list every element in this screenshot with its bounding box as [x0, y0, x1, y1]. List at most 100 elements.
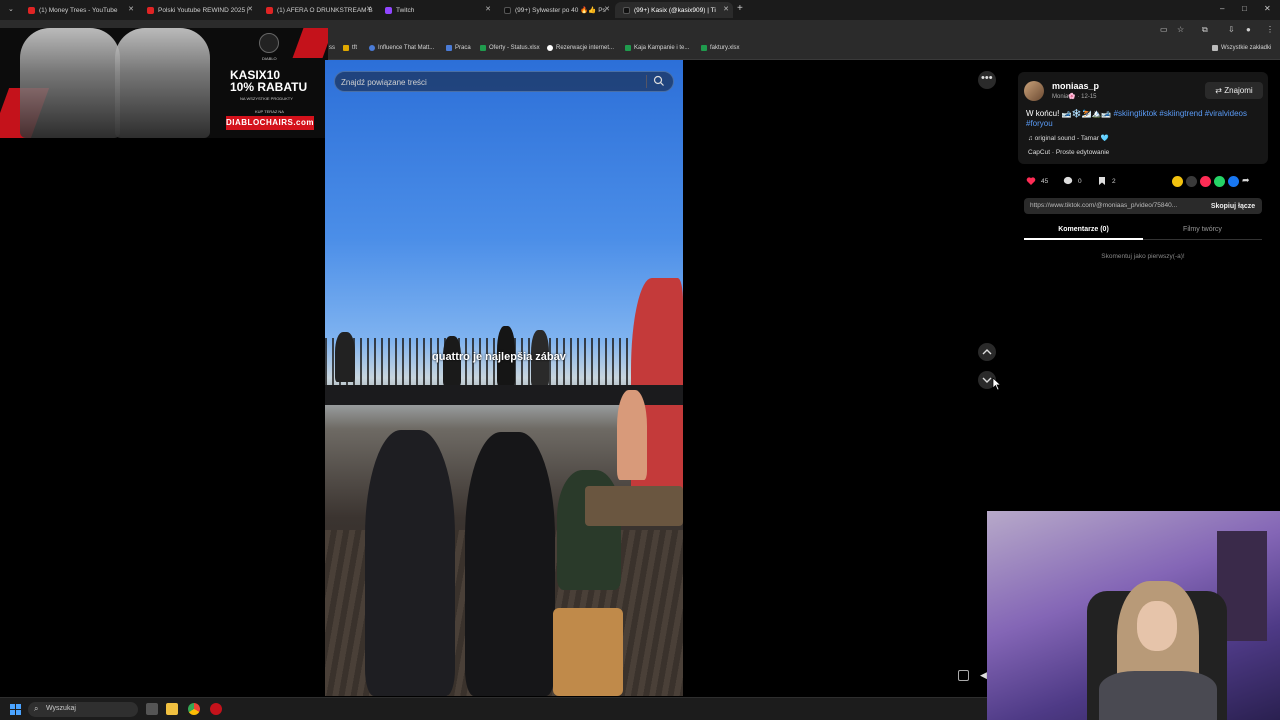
- person: [465, 432, 555, 696]
- tab-twitch[interactable]: Twitch ✕: [377, 2, 495, 18]
- previous-video-button[interactable]: [978, 343, 996, 361]
- streamer-shirt: [1099, 671, 1217, 720]
- bookmark-icon: [1099, 177, 1105, 185]
- cast-icon[interactable]: ▭: [1160, 25, 1168, 34]
- tab-youtube-rewind[interactable]: Polski Youtube REWIND 2025 | ✕: [139, 2, 257, 18]
- close-window-button[interactable]: ✕: [1264, 4, 1271, 13]
- downloads-icon[interactable]: ⇩: [1228, 25, 1235, 34]
- comment-button[interactable]: 0: [1063, 176, 1082, 186]
- mini-player-icon[interactable]: [958, 670, 969, 681]
- menu-icon[interactable]: ⋮: [1266, 25, 1274, 34]
- task-view-icon[interactable]: [146, 703, 158, 715]
- volume-icon[interactable]: ◀: [980, 670, 987, 681]
- tab-label: (99+) Kasix (@kasix909) | Ti: [634, 6, 716, 14]
- bookmark-label: ss: [329, 45, 335, 51]
- author-username[interactable]: moniaas_p: [1052, 81, 1099, 91]
- video-url: https://www.tiktok.com/@moniaas_p/video/…: [1030, 202, 1178, 209]
- ad-promo: 10% RABATU: [230, 80, 308, 94]
- close-tab-icon[interactable]: ✕: [128, 5, 134, 13]
- repost-icon[interactable]: [1172, 176, 1183, 187]
- close-tab-icon[interactable]: ✕: [366, 5, 372, 13]
- tab-label: (1) AFERA O DRUNKSTREAM B: [277, 6, 373, 14]
- close-tab-icon[interactable]: ✕: [723, 5, 729, 13]
- stool: [553, 608, 623, 696]
- friends-icon: ⇄: [1215, 86, 1225, 95]
- bookmark-ss[interactable]: ss: [329, 45, 335, 51]
- send-icon[interactable]: [1200, 176, 1211, 187]
- friends-label: Znajomi: [1224, 86, 1253, 95]
- tab-kasix-tiktok[interactable]: (99+) Kasix (@kasix909) | Ti ✕: [615, 2, 733, 18]
- ellipsis-icon: •••: [981, 72, 993, 84]
- profile-icon[interactable]: ●: [1246, 25, 1251, 34]
- bookmark-oferty[interactable]: Oferty - Status.xlsx: [480, 45, 540, 51]
- tab-afera[interactable]: (1) AFERA O DRUNKSTREAM B ✕: [258, 2, 376, 18]
- bookmark-label: tft: [352, 45, 358, 51]
- close-tab-icon[interactable]: ✕: [247, 5, 253, 13]
- sound-link[interactable]: ♫ original sound - Tamar 🩵: [1028, 134, 1109, 142]
- person-shirtless: [617, 390, 647, 480]
- tab-label: Twitch: [396, 6, 415, 14]
- comment-count: 0: [1078, 177, 1082, 185]
- star-icon[interactable]: ☆: [1177, 25, 1184, 34]
- twitch-icon: [385, 6, 392, 14]
- bookmark-label: Wszystkie zakładki: [1221, 45, 1272, 51]
- ad-domain: DIABLOCHAIRS.com: [226, 116, 314, 130]
- bookmark-kampanie[interactable]: Kaja Kampanie i te...: [625, 45, 689, 51]
- avatar[interactable]: [1024, 81, 1044, 101]
- tab-search-icon[interactable]: ⌄: [8, 5, 14, 13]
- all-bookmarks[interactable]: Wszystkie zakładki: [1212, 45, 1271, 51]
- folder-icon: [1212, 45, 1218, 51]
- related-search-input[interactable]: [341, 75, 641, 89]
- search-icon[interactable]: [653, 75, 665, 87]
- taskbar-search-box[interactable]: ⌕ Wyszukaj: [28, 702, 138, 717]
- share-arrow-icon[interactable]: ➦: [1242, 175, 1250, 186]
- diablo-chairs-ad[interactable]: DIABLO KASIX10 10% RABATU NA WSZYSTKIE P…: [0, 28, 328, 138]
- heart-icon: [1026, 177, 1036, 185]
- extensions-icon[interactable]: ⧉: [1202, 25, 1208, 35]
- ad-decoration: [292, 28, 328, 58]
- bookmark-favicon: [446, 45, 452, 51]
- minimize-button[interactable]: –: [1220, 4, 1224, 13]
- embed-icon[interactable]: [1186, 176, 1197, 187]
- save-count: 2: [1112, 177, 1116, 185]
- bookmark-tft[interactable]: tft: [343, 45, 357, 51]
- chrome-icon[interactable]: [188, 703, 200, 715]
- tiktok-icon: [504, 6, 511, 14]
- close-tab-icon[interactable]: ✕: [604, 5, 610, 13]
- like-button[interactable]: 45: [1026, 176, 1048, 186]
- youtube-icon: [266, 6, 273, 14]
- sheets-icon: [480, 45, 486, 51]
- bookmark-label: faktury.xlsx: [710, 45, 740, 51]
- tab-creator-videos[interactable]: Filmy twórcy: [1143, 226, 1262, 233]
- tab-comments[interactable]: Komentarze (0): [1024, 226, 1143, 233]
- save-button[interactable]: 2: [1097, 176, 1116, 186]
- close-tab-icon[interactable]: ✕: [485, 5, 491, 13]
- tab-sylwester[interactable]: (99+) Sylwester po 40 🔥👍 Ps ✕: [496, 2, 614, 18]
- ad-brand: DIABLO: [262, 56, 277, 61]
- action-bar: 45 0 2 ➦: [1026, 175, 1270, 188]
- capcut-link[interactable]: CapCut · Proste edytowanie: [1028, 149, 1109, 156]
- description-text: W końcu! 🎿❄️⛷️🏔️🎿: [1026, 109, 1112, 118]
- author-display-name: Monia🌸: [1052, 94, 1076, 100]
- windows-start-icon[interactable]: [10, 704, 21, 715]
- taskbar-search-label: Wyszukaj: [46, 705, 76, 712]
- copy-link-button[interactable]: Skopiuj łącze: [1204, 198, 1262, 214]
- bookmark-label: Rezerwacje internet...: [556, 45, 615, 51]
- video-player[interactable]: quattro je najlepšia zábav: [325, 60, 683, 696]
- bookmark-rezerwacje[interactable]: Rezerwacje internet...: [547, 45, 614, 51]
- bookmark-influence[interactable]: Influence That Matt...: [369, 45, 434, 51]
- search-icon: ⌕: [34, 704, 39, 713]
- app-icon[interactable]: [210, 703, 222, 715]
- browser-tab-strip: ⌄ (1) Money Trees - YouTube ✕ Polski You…: [0, 0, 1280, 20]
- more-options-button[interactable]: •••: [978, 71, 996, 89]
- new-tab-button[interactable]: +: [737, 3, 743, 14]
- file-explorer-icon[interactable]: [166, 703, 178, 715]
- facebook-icon[interactable]: [1228, 176, 1239, 187]
- post-date: 12-15: [1081, 94, 1097, 100]
- tab-money-trees[interactable]: (1) Money Trees - YouTube ✕: [20, 2, 138, 18]
- bookmark-faktury[interactable]: faktury.xlsx: [701, 45, 740, 51]
- bookmark-praca[interactable]: Praca: [446, 45, 471, 51]
- friends-button[interactable]: ⇄ Znajomi: [1205, 82, 1263, 99]
- whatsapp-icon[interactable]: [1214, 176, 1225, 187]
- maximize-button[interactable]: □: [1242, 4, 1247, 13]
